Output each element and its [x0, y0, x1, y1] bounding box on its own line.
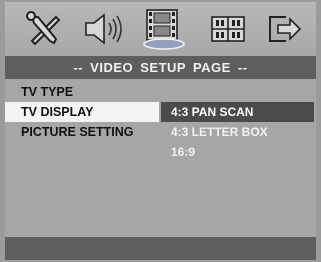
option-16-9[interactable]: 16:9 [161, 142, 314, 162]
option-4-3-letter-box[interactable]: 4:3 LETTER BOX [161, 122, 314, 142]
menu-item-tv-display[interactable]: TV DISPLAY [5, 102, 159, 122]
preferences-icon[interactable] [203, 6, 253, 52]
audio-setup-icon[interactable] [79, 6, 129, 52]
option-4-3-pan-scan[interactable]: 4:3 PAN SCAN [161, 102, 314, 122]
video-setup-menu: TV TYPE TV DISPLAY PICTURE SETTING 4:3 P… [5, 79, 316, 237]
menu-item-tv-type[interactable]: TV TYPE [5, 82, 73, 102]
status-bar [5, 237, 316, 260]
page-title: -- VIDEO SETUP PAGE -- [5, 56, 316, 79]
menu-item-picture-setting[interactable]: PICTURE SETTING [5, 122, 134, 142]
setup-toolbar [5, 2, 316, 56]
general-setup-icon[interactable] [19, 6, 69, 52]
exit-icon[interactable] [259, 6, 309, 52]
video-setup-icon[interactable] [139, 6, 189, 52]
